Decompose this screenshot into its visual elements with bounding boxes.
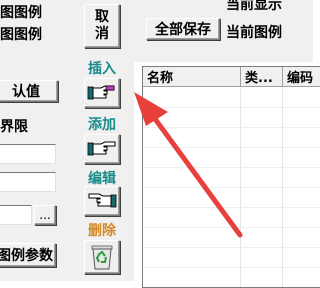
cancel-label-2: 消 — [95, 26, 109, 42]
grid-row-line — [143, 127, 320, 128]
insert-button[interactable] — [84, 78, 120, 108]
add-label: 添加 — [88, 117, 116, 133]
grid-row-line — [143, 227, 320, 228]
column-header-code[interactable]: 编码 — [283, 67, 320, 87]
grid-row-line — [143, 107, 320, 108]
hand-pointing-icon — [88, 193, 117, 208]
column-header-name[interactable]: 名称 — [143, 67, 241, 87]
delete-button[interactable] — [84, 240, 120, 274]
grid-row-line — [143, 187, 320, 188]
legend-params-button[interactable]: 图例参数 — [0, 243, 56, 267]
legend-list[interactable]: 名称 类... 编码 — [142, 66, 320, 288]
legend-label-2: 图图例 — [0, 27, 42, 43]
left-panel: 图图例 图图例 认值 界限 ... 图例参数 — [0, 0, 80, 281]
legend-label-1: 图图例 — [0, 5, 42, 21]
grid-row-line — [143, 167, 320, 168]
cancel-button[interactable]: 取 消 — [84, 4, 120, 48]
hand-pointing-icon — [87, 141, 116, 156]
browse-button[interactable]: ... — [34, 205, 56, 225]
delete-label: 删除 — [88, 223, 116, 239]
middle-toolbar: 取 消 插入 添加 编辑 删除 — [80, 0, 134, 281]
current-legend-label: 当前图例 — [226, 25, 282, 41]
grid-row-line — [143, 267, 320, 268]
hand-pointing-icon — [87, 85, 115, 100]
add-button[interactable] — [84, 134, 120, 164]
save-all-button[interactable]: 全部保存 — [146, 18, 220, 40]
grid-row-line — [143, 247, 320, 248]
text-field-2[interactable] — [0, 172, 56, 192]
path-field[interactable] — [0, 205, 32, 225]
default-value-button[interactable]: 认值 — [0, 80, 58, 102]
edit-label: 编辑 — [88, 171, 116, 187]
insert-label: 插入 — [88, 61, 116, 77]
grid-row-line — [143, 147, 320, 148]
edit-button[interactable] — [84, 186, 120, 216]
grid-row-line — [143, 207, 320, 208]
boundary-label: 界限 — [0, 119, 28, 135]
recycle-bin-icon — [91, 245, 113, 270]
column-header-type[interactable]: 类... — [241, 67, 283, 87]
text-field-1[interactable] — [0, 144, 56, 164]
cancel-label-1: 取 — [95, 9, 109, 25]
current-display-label: 当前显示 — [226, 0, 282, 13]
